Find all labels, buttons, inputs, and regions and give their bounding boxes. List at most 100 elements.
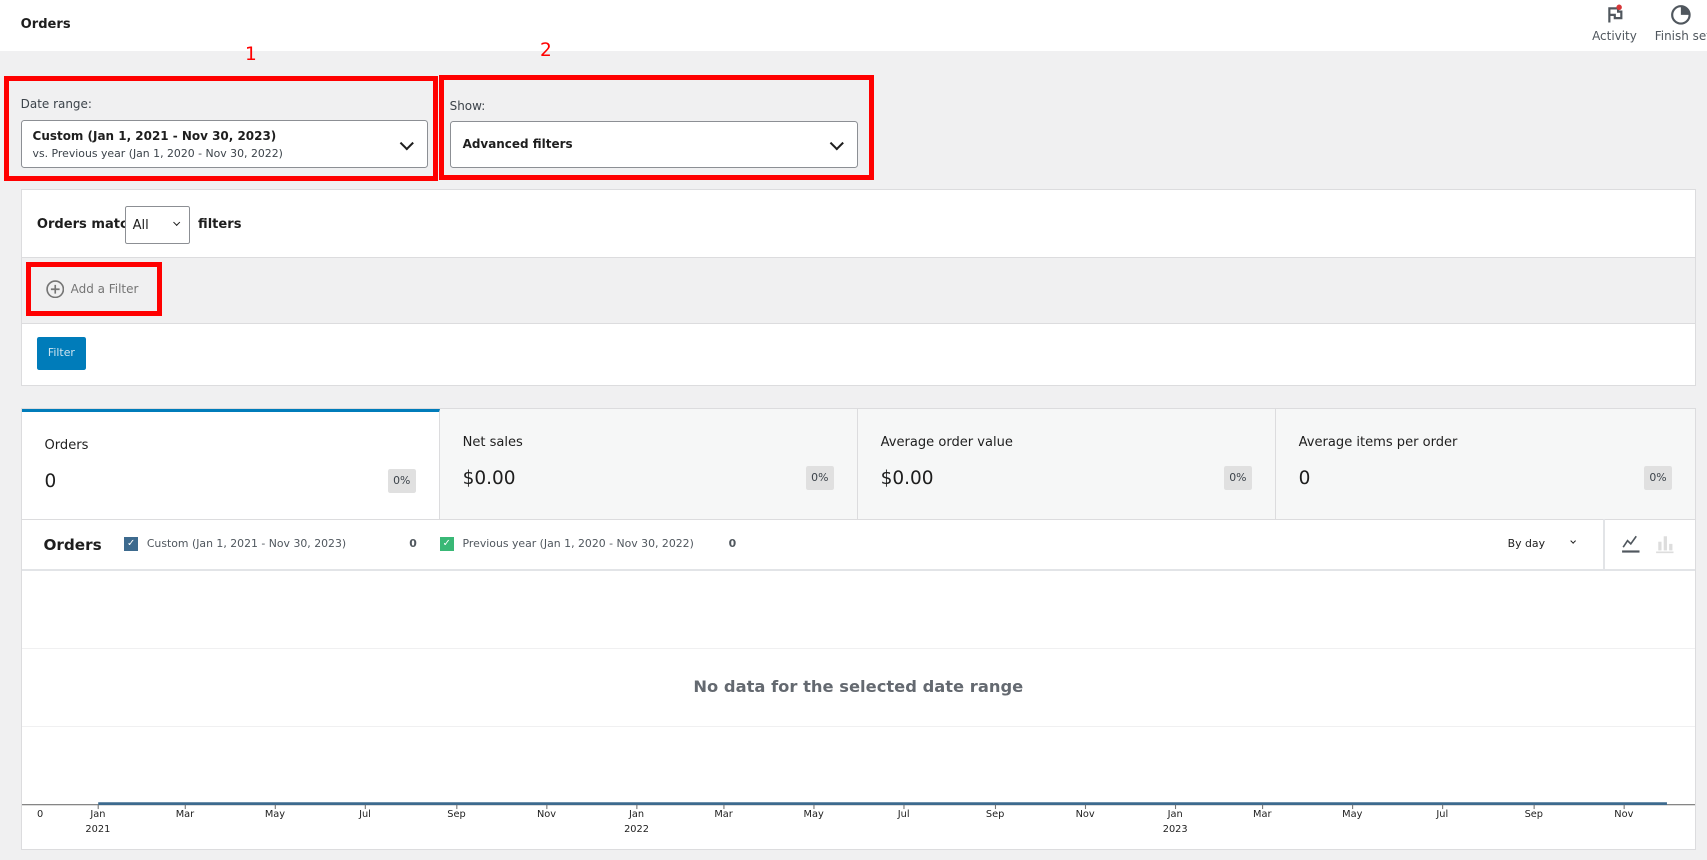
tick-month: Mar [175, 808, 195, 820]
legend-total: 0 [409, 537, 417, 551]
legend-label: Custom (Jan 1, 2021 - Nov 30, 2023) [146, 537, 347, 551]
advanced-filters-panel: Orders match All filters Add a Filter Fi… [20, 189, 1697, 387]
x-tick-label: Mar [1253, 809, 1271, 820]
card-label: Average order value [880, 435, 1013, 451]
tick-month: Jan [1167, 808, 1183, 820]
x-tick-label: Sep [447, 809, 465, 820]
summary-cards: Orders 0 0% Net sales $0.00 0% Average order… [21, 409, 1695, 521]
summary-card-average-order-value[interactable]: Average order value $0.00 0% [857, 409, 1276, 520]
gridline [21, 726, 1695, 728]
match-select[interactable]: All [125, 205, 191, 244]
tick-month: Mar [714, 808, 733, 820]
divider [1603, 519, 1605, 570]
tick-month: May [803, 808, 824, 820]
activity-button[interactable]: Activity [1592, 4, 1638, 43]
activity-label: Activity [1592, 29, 1637, 44]
progress-circle-icon [1671, 5, 1691, 26]
empty-message: No data for the selected date range [693, 677, 1024, 697]
interval-select[interactable]: By day [1508, 537, 1584, 550]
finish-setup-label: Finish set [1654, 29, 1707, 44]
date-range-select[interactable]: Custom (Jan 1, 2021 - Nov 30, 2023) vs. … [20, 119, 428, 168]
summary-card-orders[interactable]: Orders 0 0% [21, 409, 440, 520]
x-tick-label: May [1342, 809, 1362, 820]
tick-year: 2022 [624, 824, 649, 836]
card-delta: 0% [1643, 465, 1673, 490]
x-tick-label: Jan 2021 [85, 809, 110, 835]
bar-chart-icon[interactable] [1655, 533, 1675, 555]
filters-suffix: filters [198, 216, 242, 232]
line-chart-icon[interactable] [1621, 533, 1641, 555]
x-tick-label: Jul [359, 809, 371, 820]
x-tick-label: Nov [1076, 809, 1095, 820]
date-range-compare: vs. Previous year (Jan 1, 2020 - Nov 30,… [32, 146, 283, 160]
card-value: 0 [44, 471, 57, 493]
tick-month: Mar [1253, 808, 1272, 820]
page-title: Orders [20, 17, 71, 33]
finish-setup-button[interactable]: Finish set [1655, 4, 1707, 43]
x-tick-label: Mar [176, 809, 194, 820]
x-tick-label: Jan 2023 [1163, 809, 1188, 835]
tick-year: 2023 [1162, 824, 1188, 836]
report-panel: Orders 0 0% Net sales $0.00 0% Average order… [20, 408, 1697, 851]
tick-month: Nov [536, 808, 557, 820]
show-value: Advanced filters [462, 137, 573, 152]
plus-circle-icon [45, 279, 64, 298]
chevron-down-icon [830, 136, 844, 151]
tick-month: Sep [1524, 808, 1544, 820]
chevron-down-icon [399, 135, 414, 150]
tick-month: May [1342, 808, 1363, 820]
show-select[interactable]: Advanced filters [449, 120, 858, 168]
summary-card-net-sales[interactable]: Net sales $0.00 0% [439, 409, 858, 520]
chevron-down-icon [1570, 537, 1577, 544]
x-tick-label: Jul [1436, 809, 1448, 820]
x-tick-label: May [804, 809, 824, 820]
chart-title: Orders [43, 535, 102, 554]
x-tick-label: Sep [1525, 809, 1543, 820]
legend-label: Previous year (Jan 1, 2020 - Nov 30, 202… [462, 537, 694, 551]
legend-item-current[interactable]: ✓ Custom (Jan 1, 2021 - Nov 30, 2023) 0 [124, 536, 417, 551]
tick-year: 2021 [85, 824, 111, 836]
legend-total: 0 [728, 537, 737, 551]
tick-month: Jul [1436, 808, 1449, 820]
annotation-2: 2 [539, 40, 552, 62]
x-tick-label: May [265, 809, 285, 820]
card-label: Average items per order [1298, 435, 1458, 451]
show-label: Show: [449, 99, 486, 114]
x-tick-label: Nov [1614, 809, 1633, 820]
tick-month: Nov [1614, 808, 1634, 820]
card-value: $0.00 [462, 468, 516, 490]
legend-item-previous[interactable]: ✓ Previous year (Jan 1, 2020 - Nov 30, 2… [439, 536, 737, 551]
checkbox-icon: ✓ [439, 536, 454, 551]
chevron-down-icon [173, 218, 181, 227]
tick-month: Sep [985, 808, 1005, 820]
card-value: $0.00 [880, 468, 934, 490]
card-delta: 0% [387, 468, 416, 493]
x-tick-label: Jul [898, 809, 910, 820]
interval-value: By day [1507, 536, 1546, 550]
tick-month: Jul [897, 808, 910, 820]
annotation-1: 1 [244, 43, 257, 65]
y-tick-label: 0 [37, 808, 44, 820]
flag-icon [1607, 4, 1623, 23]
card-label: Net sales [462, 435, 523, 451]
tick-month: Jan [628, 808, 645, 820]
chart-header: Orders ✓ Custom (Jan 1, 2021 - Nov 30, 2… [21, 519, 1695, 572]
x-tick-label: Mar [714, 809, 732, 820]
x-axis-labels: 0 Jan 2021 Mar May Jul Sep Nov Jan 2022 Mar May Jul… [22, 809, 1695, 842]
card-label: Orders [44, 438, 89, 454]
card-value: 0 [1298, 468, 1311, 490]
tick-month: Nov [1075, 808, 1095, 820]
summary-card-average-items[interactable]: Average items per order 0 0% [1275, 409, 1695, 520]
checkbox-icon: ✓ [124, 536, 139, 551]
page: Orders Activity Finish set 1 2 3 Date ra… [0, 0, 1707, 860]
filter-list [21, 256, 1695, 325]
tick-month: Jan [90, 808, 106, 820]
tick-month: May [264, 808, 286, 820]
add-filter-button[interactable]: Add a Filter [45, 279, 138, 299]
x-tick-label: Nov [537, 809, 556, 820]
filters-prefix: Orders match [36, 216, 138, 232]
x-tick-label: Jan 2022 [624, 809, 649, 835]
filter-button[interactable]: Filter [36, 337, 86, 371]
card-delta: 0% [805, 465, 834, 490]
gridline [21, 647, 1695, 649]
